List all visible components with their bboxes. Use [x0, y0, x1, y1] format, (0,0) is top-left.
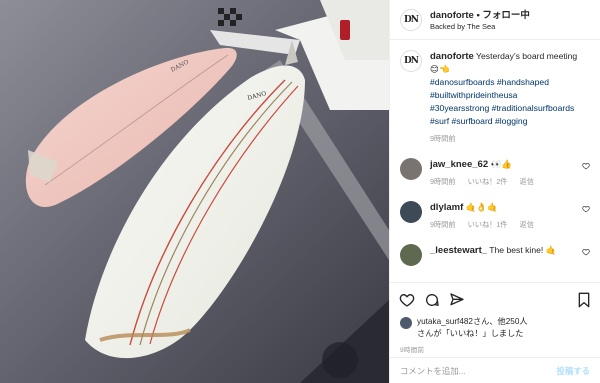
heart-icon[interactable] [582, 162, 590, 170]
instagram-post: DANO DANO DN danoforte • フォロー中 Backed by… [0, 0, 600, 383]
post-side-panel: DN danoforte • フォロー中 Backed by The Sea D… [389, 0, 600, 383]
comment-time[interactable]: 9時間前 [430, 177, 456, 186]
comment-time[interactable]: 9時間前 [430, 220, 456, 229]
post-photo[interactable]: DANO DANO [0, 0, 389, 383]
hashtag-link[interactable]: #surf [430, 116, 449, 126]
hashtag-link[interactable]: #handshaped [497, 77, 549, 87]
author-username[interactable]: danoforte [430, 10, 474, 21]
hashtag-link[interactable]: #danosurfboards [430, 77, 495, 87]
commenter-avatar[interactable] [400, 201, 422, 223]
comment-row: _leestewart_ The best kine! 🤙 [400, 244, 590, 266]
caption-text: Yesterday's board meeting [476, 51, 578, 61]
comment-row: dlylamf 🤙👌🤙 9時間前 いいね！1件 返信 [400, 201, 590, 231]
follow-status-button[interactable]: フォロー中 [482, 10, 530, 21]
comment-text: The best kine! [489, 245, 544, 255]
comment-likes[interactable]: いいね！1件 [468, 220, 508, 229]
likes-line-2: さんが「いいね！」しました [417, 329, 524, 338]
comment-likes[interactable]: いいね！2件 [468, 177, 508, 186]
caption-hashtags: #danosurfboards #handshaped #builtwithpr… [430, 76, 590, 128]
reply-button[interactable]: 返信 [520, 177, 534, 186]
hashtag-link[interactable]: #surfboard [452, 116, 493, 126]
post-actions-bar [390, 282, 600, 316]
share-icon[interactable] [449, 292, 465, 308]
comment-username[interactable]: jaw_knee_62 [430, 159, 488, 170]
post-comment-button[interactable]: 投稿する [557, 365, 591, 377]
hashtag-link[interactable]: #builtwithprideintheusa [430, 90, 517, 100]
commenter-avatar[interactable] [400, 244, 422, 266]
add-comment-bar: コメントを追加... 投稿する [390, 357, 600, 383]
comment-bubble-icon[interactable] [424, 292, 440, 308]
liker-avatar[interactable] [400, 317, 412, 329]
comment-username[interactable]: dlylamf [430, 202, 463, 213]
likes-line-1[interactable]: yutaka_surf482さん、他250人 [417, 316, 528, 328]
caption-username[interactable]: danoforte [430, 51, 474, 62]
commenter-avatar[interactable] [400, 158, 422, 180]
comments-section: DN danoforte Yesterday's board meeting 😊… [390, 40, 600, 282]
caption-row: DN danoforte Yesterday's board meeting 😊… [400, 50, 590, 145]
comment-username[interactable]: _leestewart_ [430, 245, 487, 256]
comment-text: 🤙👌🤙 [465, 202, 498, 212]
comment-emoji: 🤙 [545, 245, 557, 255]
post-location[interactable]: Backed by The Sea [430, 21, 530, 32]
author-info: danoforte • フォロー中 Backed by The Sea [430, 8, 530, 32]
add-comment-input[interactable]: コメントを追加... [400, 365, 466, 377]
hashtag-link[interactable]: #30yearsstrong [430, 103, 489, 113]
author-avatar[interactable]: DN [400, 8, 422, 31]
heart-icon[interactable] [582, 248, 590, 256]
surfboards-photo: DANO DANO [0, 0, 389, 383]
like-heart-icon[interactable] [399, 292, 415, 308]
post-header: DN danoforte • フォロー中 Backed by The Sea [390, 0, 600, 40]
hashtag-link[interactable]: #logging [495, 116, 528, 126]
post-timestamp[interactable]: 9時間前 [390, 340, 600, 357]
caption-emoji: 😊👈 [430, 64, 450, 74]
bookmark-icon[interactable] [577, 292, 591, 308]
hashtag-link[interactable]: #traditionalsurfboards [492, 103, 575, 113]
comment-text: 👀👍 [490, 159, 512, 169]
caption-avatar[interactable]: DN [400, 50, 422, 72]
reply-button[interactable]: 返信 [520, 220, 534, 229]
likes-summary: yutaka_surf482さん、他250人 さんが「いいね！」しました [390, 316, 600, 340]
comment-row: jaw_knee_62 👀👍 9時間前 いいね！2件 返信 [400, 158, 590, 188]
caption-time[interactable]: 9時間前 [430, 134, 456, 143]
heart-icon[interactable] [582, 205, 590, 213]
